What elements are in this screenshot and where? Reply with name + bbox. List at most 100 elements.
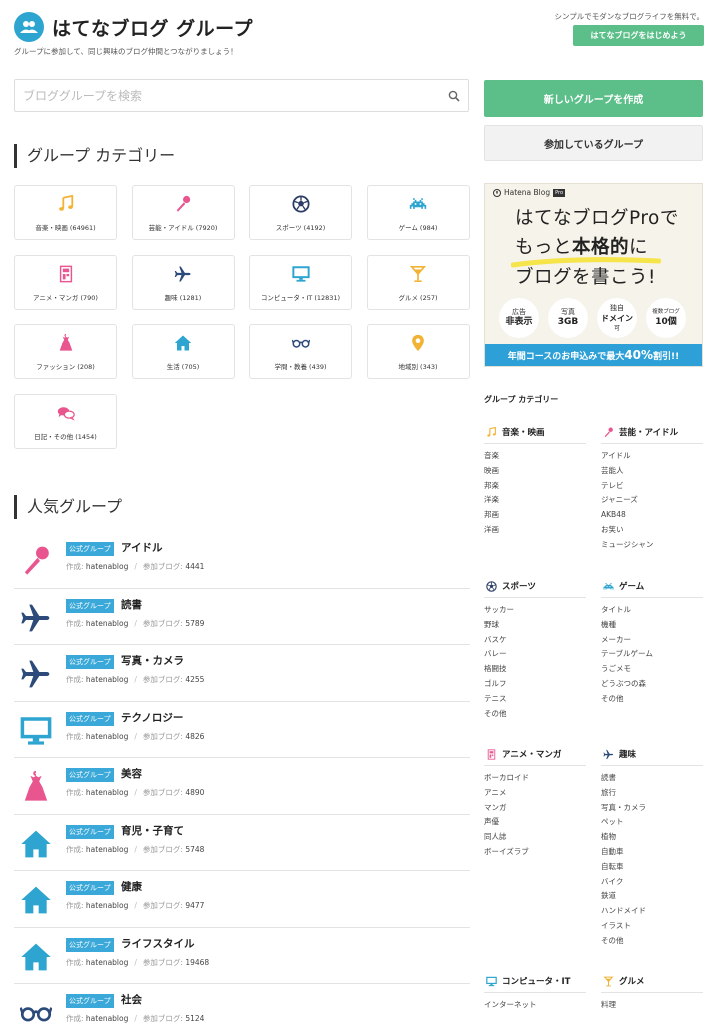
category-card[interactable]: グルメ (257) bbox=[366, 254, 470, 310]
category-card[interactable]: アニメ・マンガ (790) bbox=[14, 254, 117, 310]
sidebar-subcategory-link[interactable]: 機種 bbox=[601, 618, 703, 633]
group-name[interactable]: 社会 bbox=[121, 992, 142, 1007]
sidebar-subcategory-link[interactable]: 邦楽 bbox=[484, 479, 586, 494]
search-input[interactable] bbox=[15, 80, 440, 111]
group-row[interactable]: 公式グループ 育児・子育て 作成: hatenablog / 参加ブログ: 5748 bbox=[14, 815, 470, 871]
category-card[interactable]: ファッション (208) bbox=[14, 324, 117, 379]
sidebar-subcategory-link[interactable]: うごメモ bbox=[601, 662, 703, 677]
sidebar-subcategory-link[interactable]: 映画 bbox=[484, 464, 586, 479]
sidebar-category-heading[interactable]: コンピュータ・IT bbox=[484, 975, 586, 993]
category-card[interactable]: 地域別 (343) bbox=[366, 324, 470, 379]
category-card[interactable]: 日記・その他 (1454) bbox=[14, 393, 117, 449]
sidebar-category-heading[interactable]: スポーツ bbox=[484, 580, 586, 598]
group-author[interactable]: hatenablog bbox=[86, 958, 128, 967]
sidebar-subcategory-link[interactable]: 植物 bbox=[601, 830, 703, 845]
category-card[interactable]: 芸能・アイドル (7920) bbox=[131, 185, 235, 240]
sidebar-category-heading[interactable]: グルメ bbox=[601, 975, 703, 993]
sidebar-subcategory-link[interactable]: アニメ bbox=[484, 786, 586, 801]
sidebar-subcategory-link[interactable]: バイク bbox=[601, 875, 703, 890]
group-author[interactable]: hatenablog bbox=[86, 675, 128, 684]
hatena-blog-pro-ad[interactable]: Hatena Blog Pro はてなブログProで もっと本格的に ブログを書… bbox=[484, 183, 703, 367]
category-card[interactable]: 音楽・映画 (64961) bbox=[14, 185, 117, 240]
site-logo[interactable]: はてなブログ グループ bbox=[14, 12, 253, 42]
joined-groups-button[interactable]: 参加しているグループ bbox=[484, 125, 703, 161]
sidebar-subcategory-link[interactable]: ミュージシャン bbox=[601, 538, 703, 553]
sidebar-subcategory-link[interactable]: マンガ bbox=[484, 801, 586, 816]
group-name[interactable]: 健康 bbox=[121, 879, 142, 894]
start-blog-button[interactable]: はてなブログをはじめよう bbox=[573, 25, 704, 46]
category-card[interactable]: コンピュータ・IT (12831) bbox=[249, 254, 352, 310]
group-row[interactable]: 公式グループ 健康 作成: hatenablog / 参加ブログ: 9477 bbox=[14, 871, 470, 928]
category-card[interactable]: 学問・教養 (439) bbox=[249, 324, 352, 379]
sidebar-subcategory-link[interactable]: 洋画 bbox=[484, 523, 586, 538]
group-row[interactable]: 公式グループ テクノロジー 作成: hatenablog / 参加ブログ: 4826 bbox=[14, 702, 470, 758]
sidebar-subcategory-link[interactable]: ゴルフ bbox=[484, 677, 586, 692]
sidebar-subcategory-link[interactable]: 同人誌 bbox=[484, 830, 586, 845]
group-author[interactable]: hatenablog bbox=[86, 1014, 128, 1023]
group-name[interactable]: テクノロジー bbox=[121, 710, 183, 725]
sidebar-subcategory-link[interactable]: 料理 bbox=[601, 998, 703, 1013]
group-name[interactable]: 読書 bbox=[121, 597, 142, 612]
group-name[interactable]: 美容 bbox=[121, 766, 142, 781]
group-row[interactable]: 公式グループ 社会 作成: hatenablog / 参加ブログ: 5124 bbox=[14, 984, 470, 1024]
sidebar-subcategory-link[interactable]: 音楽 bbox=[484, 449, 586, 464]
sidebar-subcategory-link[interactable]: その他 bbox=[601, 692, 703, 707]
sidebar-subcategory-link[interactable]: サッカー bbox=[484, 603, 586, 618]
sidebar-subcategory-link[interactable]: 鉄道 bbox=[601, 889, 703, 904]
sidebar-subcategory-link[interactable]: テニス bbox=[484, 692, 586, 707]
category-card[interactable]: 趣味 (1281) bbox=[131, 254, 235, 310]
sidebar-subcategory-link[interactable]: イラスト bbox=[601, 919, 703, 934]
create-group-button[interactable]: 新しいグループを作成 bbox=[484, 80, 703, 117]
group-row[interactable]: 公式グループ アイドル 作成: hatenablog / 参加ブログ: 4441 bbox=[14, 532, 470, 589]
sidebar-subcategory-link[interactable]: その他 bbox=[601, 934, 703, 949]
sidebar-subcategory-link[interactable]: インターネット bbox=[484, 998, 586, 1013]
sidebar-subcategory-link[interactable]: 自転車 bbox=[601, 860, 703, 875]
sidebar-subcategory-link[interactable]: 声優 bbox=[484, 815, 586, 830]
group-name[interactable]: ライフスタイル bbox=[121, 936, 195, 951]
sidebar-subcategory-link[interactable]: メーカー bbox=[601, 633, 703, 648]
sidebar-subcategory-link[interactable]: 旅行 bbox=[601, 786, 703, 801]
sidebar-subcategory-link[interactable]: 野球 bbox=[484, 618, 586, 633]
sidebar-subcategory-link[interactable]: 自動車 bbox=[601, 845, 703, 860]
sidebar-subcategory-link[interactable]: 写真・カメラ bbox=[601, 801, 703, 816]
sidebar-subcategory-link[interactable]: AKB48 bbox=[601, 508, 703, 523]
group-row[interactable]: 公式グループ 美容 作成: hatenablog / 参加ブログ: 4890 bbox=[14, 758, 470, 815]
sidebar-subcategory-link[interactable]: テーブルゲーム bbox=[601, 647, 703, 662]
group-name[interactable]: 育児・子育て bbox=[121, 823, 184, 838]
sidebar-category-heading[interactable]: 音楽・映画 bbox=[484, 426, 586, 444]
sidebar-subcategory-link[interactable]: その他 bbox=[484, 707, 586, 722]
sidebar-subcategory-link[interactable]: ジャニーズ bbox=[601, 493, 703, 508]
sidebar-category-heading[interactable]: ゲーム bbox=[601, 580, 703, 598]
category-card[interactable]: 生活 (705) bbox=[131, 324, 235, 379]
sidebar-subcategory-link[interactable]: アイドル bbox=[601, 449, 703, 464]
sidebar-subcategory-link[interactable]: 読書 bbox=[601, 771, 703, 786]
group-author[interactable]: hatenablog bbox=[86, 732, 128, 741]
sidebar-category-heading[interactable]: アニメ・マンガ bbox=[484, 748, 586, 766]
sidebar-subcategory-link[interactable]: テレビ bbox=[601, 479, 703, 494]
sidebar-subcategory-link[interactable]: バレー bbox=[484, 647, 586, 662]
group-author[interactable]: hatenablog bbox=[86, 562, 128, 571]
sidebar-subcategory-link[interactable]: ボーイズラブ bbox=[484, 845, 586, 860]
sidebar-subcategory-link[interactable]: 邦画 bbox=[484, 508, 586, 523]
group-name[interactable]: アイドル bbox=[121, 540, 162, 555]
sidebar-subcategory-link[interactable]: 格闘技 bbox=[484, 662, 586, 677]
group-author[interactable]: hatenablog bbox=[86, 788, 128, 797]
group-row[interactable]: 公式グループ ライフスタイル 作成: hatenablog / 参加ブログ: 19468 bbox=[14, 928, 470, 984]
sidebar-subcategory-link[interactable]: ボーカロイド bbox=[484, 771, 586, 786]
sidebar-subcategory-link[interactable]: どうぶつの森 bbox=[601, 677, 703, 692]
sidebar-subcategory-link[interactable]: バスケ bbox=[484, 633, 586, 648]
group-author[interactable]: hatenablog bbox=[86, 901, 128, 910]
sidebar-subcategory-link[interactable]: ハンドメイド bbox=[601, 904, 703, 919]
sidebar-category-heading[interactable]: 芸能・アイドル bbox=[601, 426, 703, 444]
sidebar-category-heading[interactable]: 趣味 bbox=[601, 748, 703, 766]
sidebar-subcategory-link[interactable]: 芸能人 bbox=[601, 464, 703, 479]
category-card[interactable]: スポーツ (4192) bbox=[249, 185, 352, 240]
search-icon[interactable] bbox=[440, 80, 468, 111]
sidebar-subcategory-link[interactable]: ペット bbox=[601, 815, 703, 830]
sidebar-subcategory-link[interactable]: お笑い bbox=[601, 523, 703, 538]
category-card[interactable]: ゲーム (984) bbox=[366, 185, 470, 240]
group-row[interactable]: 公式グループ 読書 作成: hatenablog / 参加ブログ: 5789 bbox=[14, 589, 470, 645]
group-name[interactable]: 写真・カメラ bbox=[121, 653, 184, 668]
sidebar-subcategory-link[interactable]: タイトル bbox=[601, 603, 703, 618]
group-author[interactable]: hatenablog bbox=[86, 619, 128, 628]
